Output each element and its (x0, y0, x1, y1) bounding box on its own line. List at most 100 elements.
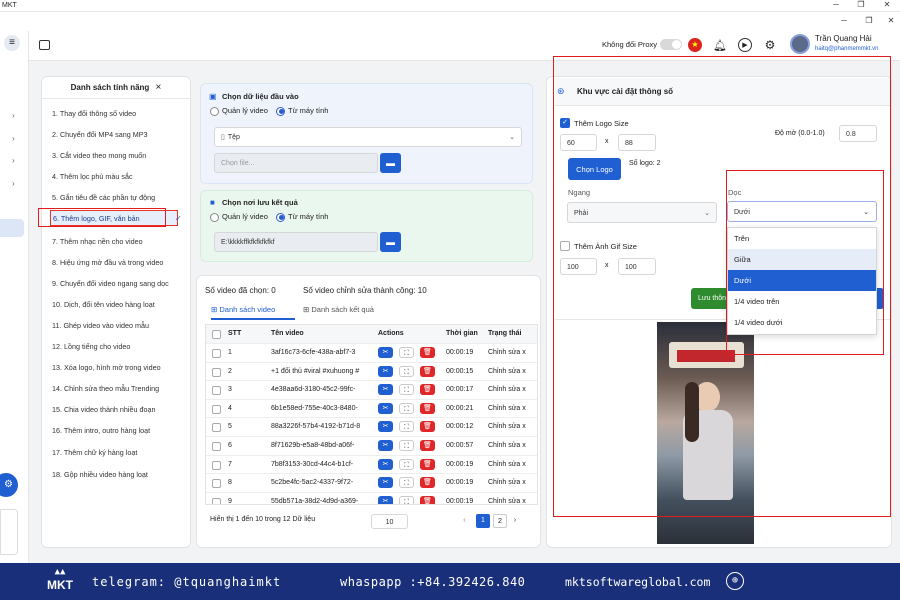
table-row[interactable]: 4 6b1e58ed-755e-40c3-8480- ✂ ⛶ 🗑︎ 00:00:21 Chỉ… (206, 400, 537, 419)
trash-icon[interactable]: 🗑︎ (420, 440, 435, 451)
crop-icon[interactable]: ⛶ (399, 477, 414, 489)
gear-icon[interactable]: ⚙ (763, 38, 777, 52)
scissors-icon[interactable]: ✂ (378, 477, 393, 489)
play-circle-icon[interactable]: ▶ (738, 38, 752, 52)
dropdown-option[interactable]: 1/4 video trên (728, 291, 876, 312)
proxy-toggle[interactable] (660, 39, 682, 50)
scissors-icon[interactable]: ✂ (378, 440, 393, 451)
table-row[interactable]: 9 55db571a-38d2-4d9d-a369- ✂ ⛶ 🗑︎ 00:00:19 Chỉ… (206, 493, 537, 504)
crop-icon[interactable]: ⛶ (399, 440, 414, 451)
radio-icon[interactable] (210, 106, 219, 116)
settings-fab-icon[interactable]: ⚙ (0, 473, 18, 497)
chevron-right-icon[interactable]: › (12, 134, 15, 143)
feature-item[interactable]: 11. Ghép video vào video mẫu (52, 318, 187, 334)
chevron-right-icon[interactable]: › (12, 179, 15, 188)
scissors-icon[interactable]: ✂ (378, 365, 393, 377)
input-radio-manager[interactable]: Quản lý video (210, 106, 268, 116)
table-row[interactable]: 1 3af16c73-6cfe-438a-abf7-3 ✂ ⛶ 🗑︎ 00:00:19 Ch… (206, 344, 537, 363)
table-row[interactable]: 5 88a3226f-57b4-4192-b71d-8 ✂ ⛶ 🗑︎ 00:00:12 Ch… (206, 418, 537, 437)
feature-item[interactable]: 12. Lồng tiếng cho video (52, 339, 187, 355)
feature-item[interactable]: 10. Dịch, đổi tên video hàng loạt (52, 297, 187, 313)
row-checkbox[interactable] (212, 460, 221, 470)
feature-item[interactable]: 14. Chỉnh sửa theo mẫu Trending (52, 381, 187, 397)
folder-icon[interactable]: ▬ (380, 153, 401, 173)
table-row[interactable]: 8 5c2be4fc-5ac2-4337-9f72- ✂ ⛶ 🗑︎ 00:00:19 Chỉ… (206, 474, 537, 493)
feature-item[interactable]: 7. Thêm nhạc nền cho video (52, 234, 187, 250)
trash-icon[interactable]: 🗑︎ (420, 402, 435, 414)
feature-item[interactable]: 18. Gộp nhiều video hàng loạt (52, 467, 187, 483)
scissors-icon[interactable]: ✂ (378, 495, 393, 504)
feature-item[interactable]: 17. Thêm chữ ký hàng loạt (52, 445, 187, 461)
radio-selected-icon[interactable] (276, 106, 285, 116)
scissors-icon[interactable]: ✂ (378, 458, 393, 470)
layout-toggle-icon[interactable] (39, 40, 50, 50)
output-path-input[interactable]: E:\kkkkffkfkfkfkfkf (214, 232, 378, 252)
row-checkbox[interactable] (212, 367, 221, 377)
scissors-icon[interactable]: ✂ (378, 384, 393, 396)
table-row[interactable]: 3 4e38aa6d-3180-45c2-99fc- ✂ ⛶ 🗑︎ 00:00:17 Chỉ… (206, 381, 537, 400)
crop-icon[interactable]: ⛶ (399, 495, 414, 504)
restore-button[interactable]: ❐ (854, 0, 868, 9)
restore-button-2[interactable]: ❐ (862, 16, 876, 25)
output-radio-computer[interactable]: Từ máy tính (276, 212, 328, 222)
select-all-checkbox[interactable] (212, 330, 221, 339)
dropdown-option[interactable]: 1/4 video dưới (728, 312, 876, 333)
crop-icon[interactable]: ⛶ (399, 347, 414, 358)
radio-icon[interactable] (210, 212, 219, 222)
input-radio-computer[interactable]: Từ máy tính (276, 106, 328, 116)
file-path-input[interactable]: Chọn file... (214, 153, 378, 173)
dropdown-option-hover[interactable]: Giữa (728, 249, 876, 270)
trash-icon[interactable]: 🗑︎ (420, 458, 435, 470)
dropdown-option-selected[interactable]: Dưới (728, 270, 876, 291)
side-panel-tab[interactable] (0, 509, 18, 555)
feature-item[interactable]: 4. Thêm lọc phủ màu sắc (52, 169, 187, 185)
table-row[interactable]: 2 +1 đối thủ #viral #xuhuong # ✂ ⛶ 🗑︎ 00:00:1… (206, 363, 537, 382)
chevron-right-icon[interactable]: › (12, 156, 15, 165)
row-checkbox[interactable] (212, 423, 221, 433)
scissors-icon[interactable]: ✂ (378, 347, 393, 358)
row-checkbox[interactable] (212, 349, 221, 358)
row-checkbox[interactable] (212, 404, 221, 414)
row-checkbox[interactable] (212, 497, 221, 504)
crop-icon[interactable]: ⛶ (399, 365, 414, 377)
dropdown-option[interactable]: Trên (728, 228, 876, 249)
feature-item[interactable]: 3. Cắt video theo mong muốn (52, 148, 187, 164)
table-row[interactable]: 6 8f71629b-e5a8-48bd-a06f- ✂ ⛶ 🗑︎ 00:00:57 Chỉ… (206, 437, 537, 456)
prev-page-button[interactable]: ‹ (458, 515, 471, 528)
feature-item[interactable]: 15. Chia video thành nhiều đoạn (52, 402, 187, 418)
next-page-button[interactable]: › (510, 515, 520, 528)
avatar[interactable] (790, 34, 810, 54)
tab-video-list[interactable]: ⊞ Danh sách video (211, 305, 295, 320)
feature-item[interactable]: 5. Gắn tiêu đề các phần tự động (52, 190, 187, 206)
row-checkbox[interactable] (212, 479, 221, 489)
feature-item[interactable]: 16. Thêm intro, outro hàng loạt (52, 423, 187, 439)
trash-icon[interactable]: 🗑︎ (420, 347, 435, 358)
minimize-button-2[interactable]: ─ (837, 16, 851, 25)
chevron-right-icon[interactable]: › (12, 111, 15, 120)
menu-icon[interactable]: ≡ (4, 35, 20, 51)
close-button[interactable]: ✕ (880, 0, 894, 9)
feature-item[interactable]: 13. Xóa logo, hình mờ trong video (52, 360, 187, 376)
scissors-icon[interactable]: ✂ (378, 402, 393, 414)
row-checkbox[interactable] (212, 386, 221, 396)
crop-icon[interactable]: ⛶ (399, 402, 414, 414)
close-icon[interactable]: × (156, 82, 162, 93)
crop-icon[interactable]: ⛶ (399, 421, 414, 433)
trash-icon[interactable]: 🗑︎ (420, 365, 435, 377)
trash-icon[interactable]: 🗑︎ (420, 421, 435, 433)
close-button-2[interactable]: ✕ (884, 16, 898, 25)
radio-selected-icon[interactable] (276, 212, 285, 222)
crop-icon[interactable]: ⛶ (399, 384, 414, 396)
crop-icon[interactable]: ⛶ (399, 458, 414, 470)
feature-item[interactable]: 9. Chuyển đổi video ngang sang dọc (52, 276, 187, 292)
source-type-select[interactable]: ▯ Tệp ⌄ (214, 127, 522, 147)
feature-item[interactable]: 1. Thay đổi thông số video (52, 106, 187, 122)
minimize-button[interactable]: ─ (829, 0, 843, 9)
bell-icon[interactable]: 🔔︎ (713, 38, 727, 52)
feature-item[interactable]: 8. Hiệu ứng mở đầu và trong video (52, 255, 187, 271)
page-size-input[interactable]: 10 (371, 514, 408, 529)
row-checkbox[interactable] (212, 442, 221, 451)
page-button-active[interactable]: 1 (476, 514, 490, 528)
tab-result-list[interactable]: ⊞ Danh sách kết quả (303, 305, 393, 320)
vietnam-flag-icon[interactable]: ★ (688, 38, 702, 52)
